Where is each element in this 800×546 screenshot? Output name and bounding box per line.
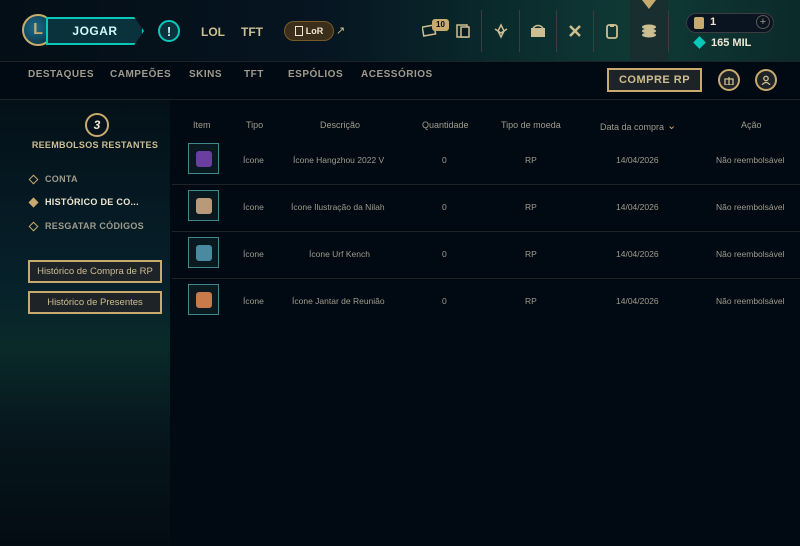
col-data-compra[interactable]: Data da compra xyxy=(600,122,664,132)
cell-data: 14/04/2026 xyxy=(616,155,659,165)
gift-icon[interactable] xyxy=(718,69,740,91)
cell-tipo: Ícone xyxy=(243,249,264,259)
buy-rp-button[interactable]: COMPRE RP xyxy=(607,68,702,92)
add-rp-button[interactable]: + xyxy=(756,15,770,29)
cell-acao: Não reembolsável xyxy=(716,249,785,259)
cell-data: 14/04/2026 xyxy=(616,202,659,212)
crafting-icon[interactable] xyxy=(560,16,590,46)
sidebar-item-conta[interactable]: CONTA xyxy=(28,174,78,184)
cell-moeda: RP xyxy=(525,155,537,165)
subnav-destaques[interactable]: DESTAQUES xyxy=(28,69,94,80)
clipboard-icon[interactable] xyxy=(597,16,627,46)
icon-hangzhou-icon xyxy=(195,150,212,167)
nav-separator xyxy=(668,10,669,52)
subnav-campeoes[interactable]: CAMPEÕES xyxy=(110,69,171,80)
lor-logo-icon xyxy=(294,26,303,36)
cell-moeda: RP xyxy=(525,202,537,212)
table-row xyxy=(172,279,800,326)
external-link-icon: ↗ xyxy=(336,25,346,37)
table-row xyxy=(172,138,800,185)
col-item: Item xyxy=(193,120,211,130)
lor-button[interactable]: LoR xyxy=(284,21,334,41)
col-quantidade: Quantidade xyxy=(422,120,469,130)
col-acao: Ação xyxy=(741,120,762,130)
lor-label: LoR xyxy=(305,26,324,36)
sidebar-item-label: HISTÓRICO DE CO... xyxy=(45,197,139,207)
cell-acao: Não reembolsável xyxy=(716,155,785,165)
cell-tipo: Ícone xyxy=(243,155,264,165)
subnav-espolios[interactable]: ESPÓLIOS xyxy=(288,69,343,80)
play-button[interactable]: JOGAR xyxy=(46,17,144,45)
store-coins-icon[interactable] xyxy=(634,16,664,46)
loot-icon[interactable] xyxy=(523,16,553,46)
icon-urf-kench-icon xyxy=(195,244,212,261)
cell-quantidade: 0 xyxy=(442,155,447,165)
subnav-tft[interactable]: TFT xyxy=(244,69,264,80)
sidebar-item-label: RESGATAR CÓDIGOS xyxy=(45,221,144,231)
rp-purchase-history-button[interactable]: Histórico de Compra de RP xyxy=(28,260,162,283)
cell-moeda: RP xyxy=(525,249,537,259)
item-thumbnail xyxy=(188,284,219,315)
cell-quantidade: 0 xyxy=(442,296,447,306)
col-tipo: Tipo xyxy=(246,120,264,130)
refund-count-badge: 3 xyxy=(85,113,109,137)
nav-separator xyxy=(593,10,594,52)
diamond-icon xyxy=(28,197,39,207)
account-icon[interactable] xyxy=(755,69,777,91)
cell-quantidade: 0 xyxy=(442,249,447,259)
sidebar-item-historico[interactable]: HISTÓRICO DE CO... xyxy=(28,197,139,207)
table-row xyxy=(172,185,800,232)
nav-separator xyxy=(556,10,557,52)
nav-separator xyxy=(519,10,520,52)
icon-jantar-icon xyxy=(195,291,212,308)
tab-tft[interactable]: TFT xyxy=(241,25,263,39)
diamond-icon xyxy=(28,174,39,184)
refund-label: REEMBOLSOS RESTANTES xyxy=(31,140,159,150)
gift-history-button[interactable]: Histórico de Presentes xyxy=(28,291,162,314)
cell-descricao: Ícone Hangzhou 2022 V xyxy=(293,155,385,165)
cell-tipo: Ícone xyxy=(243,202,264,212)
cell-acao: Não reembolsável xyxy=(716,296,785,306)
alert-icon[interactable]: ! xyxy=(158,20,180,42)
sidebar xyxy=(0,100,170,546)
cell-descricao: Ícone Urf Kench xyxy=(309,249,370,259)
tab-lol[interactable]: LOL xyxy=(201,25,225,39)
sort-chevron-icon[interactable]: ⌄ xyxy=(667,119,676,132)
subnav-skins[interactable]: SKINS xyxy=(189,69,222,80)
cell-descricao: Ícone Ilustração da Nilah xyxy=(291,202,385,212)
cell-descricao: Ícone Jantar de Reunião xyxy=(292,296,385,306)
cell-data: 14/04/2026 xyxy=(616,296,659,306)
diamond-icon xyxy=(28,221,39,231)
item-thumbnail xyxy=(188,143,219,174)
cell-acao: Não reembolsável xyxy=(716,202,785,212)
be-balance: 165 MIL xyxy=(711,37,752,49)
cell-moeda: RP xyxy=(525,296,537,306)
col-tipo-moeda: Tipo de moeda xyxy=(501,120,561,130)
clash-icon[interactable] xyxy=(486,16,516,46)
cell-tipo: Ícone xyxy=(243,296,264,306)
item-thumbnail xyxy=(188,190,219,221)
rp-icon xyxy=(694,17,704,29)
col-descricao: Descrição xyxy=(320,120,361,130)
rp-balance: 1 xyxy=(710,16,717,28)
chevron-down-icon xyxy=(642,0,656,9)
cell-data: 14/04/2026 xyxy=(616,249,659,259)
cell-quantidade: 0 xyxy=(442,202,447,212)
sidebar-item-label: CONTA xyxy=(45,174,78,184)
sidebar-item-resgatar[interactable]: RESGATAR CÓDIGOS xyxy=(28,221,144,231)
collection-icon[interactable] xyxy=(448,16,478,46)
table-header xyxy=(172,114,800,138)
loot-badge: 10 xyxy=(432,19,449,31)
table-row xyxy=(172,232,800,279)
icon-nilah-icon xyxy=(195,197,212,214)
nav-separator xyxy=(481,10,482,52)
subnav-acessorios[interactable]: ACESSÓRIOS xyxy=(361,69,433,80)
item-thumbnail xyxy=(188,237,219,268)
